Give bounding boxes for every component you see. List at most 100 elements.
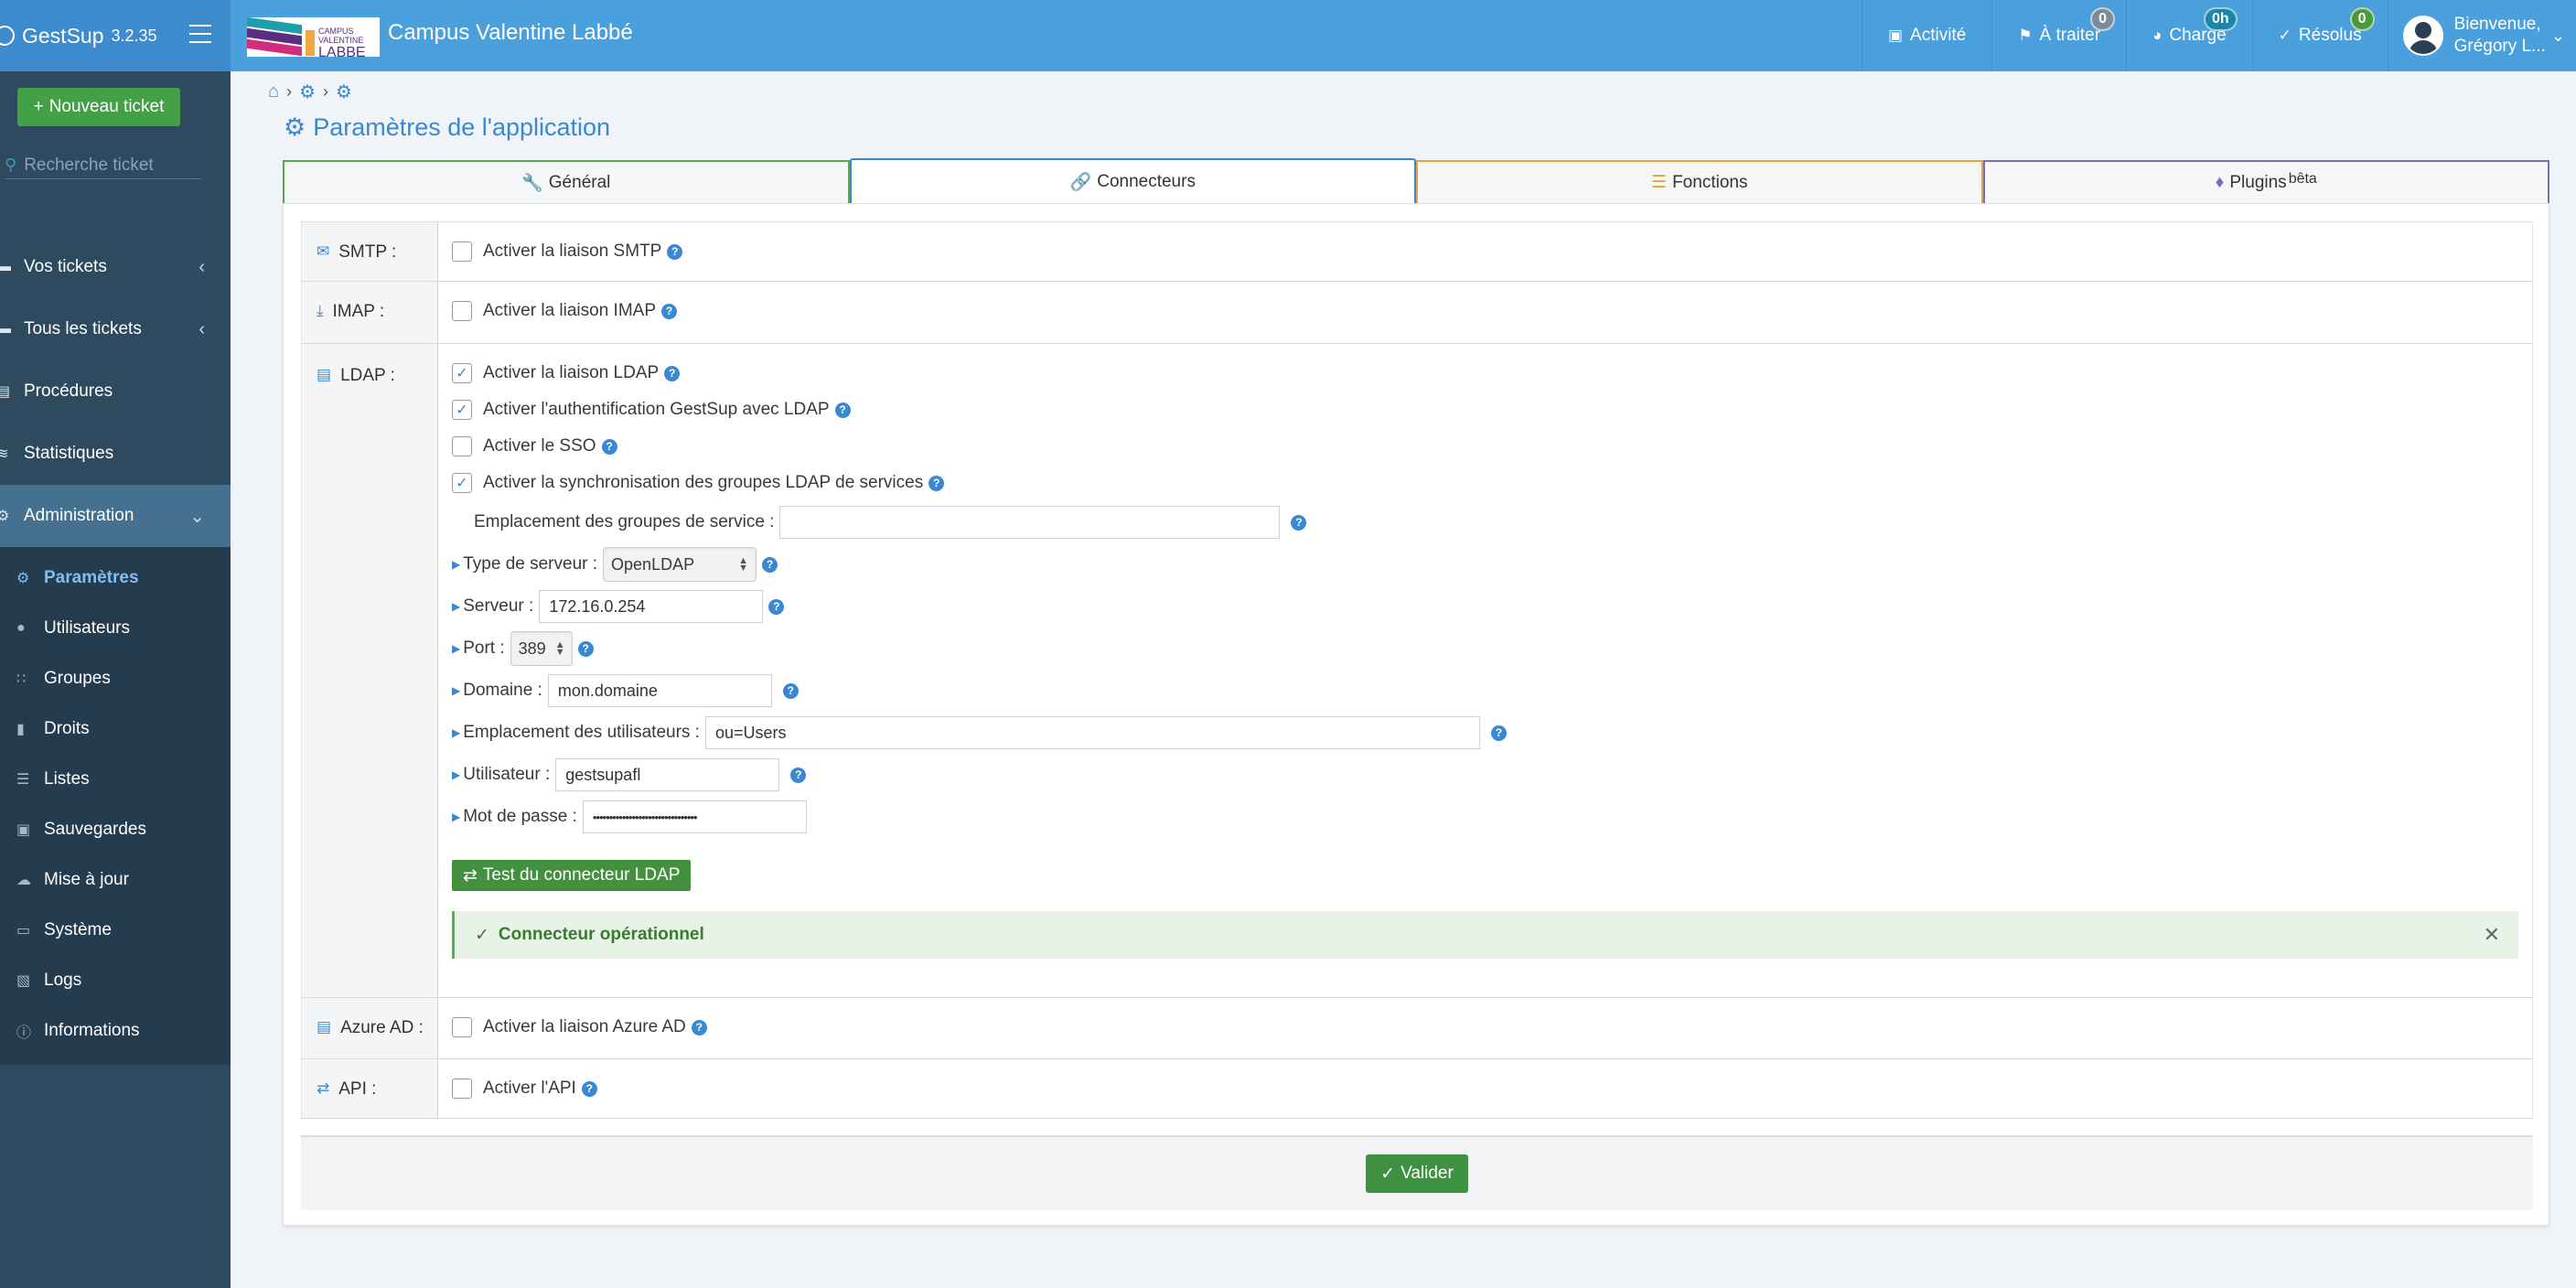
help-icon[interactable]: ? bbox=[782, 682, 799, 699]
ldap-sso-checkbox[interactable]: Activer le SSO ? bbox=[452, 428, 2518, 465]
search-placeholder: Recherche ticket bbox=[24, 155, 154, 175]
test-ldap-button[interactable]: ⇄ Test du connecteur LDAP bbox=[452, 860, 692, 891]
tab-general[interactable]: 🔧 Général bbox=[283, 160, 850, 203]
home-icon[interactable]: ⌂ bbox=[268, 81, 279, 102]
caret-right-icon: ▶ bbox=[452, 810, 461, 823]
sidebar-item-logs[interactable]: ▧ Logs bbox=[0, 955, 231, 1005]
menu-toggle-icon[interactable] bbox=[189, 25, 211, 43]
search-ticket-input[interactable]: ⚲ Recherche ticket bbox=[5, 152, 201, 179]
sidebar-item-procedures[interactable]: ▤ Procédures bbox=[0, 360, 231, 423]
sidebar-item-administration[interactable]: ⚙ Administration ⌄ bbox=[0, 485, 231, 547]
sidebar-item-parametres[interactable]: ⚙ Paramètres bbox=[0, 553, 231, 603]
nav-activite[interactable]: ▣ Activité bbox=[1861, 0, 1991, 71]
nav-a-traiter[interactable]: ⚑ À traiter 0 bbox=[1991, 0, 2126, 71]
checkbox[interactable] bbox=[452, 242, 472, 262]
smtp-row: ✉ SMTP : Activer la liaison SMTP ? bbox=[301, 222, 2533, 282]
imap-enable-checkbox[interactable]: Activer la liaison IMAP ? bbox=[452, 293, 2518, 329]
plus-icon: + bbox=[33, 97, 44, 116]
new-ticket-button[interactable]: + Nouveau ticket bbox=[17, 88, 180, 126]
sidebar-item-listes[interactable]: ☰ Listes bbox=[0, 754, 231, 804]
help-icon[interactable]: ? bbox=[601, 438, 617, 455]
user-input[interactable]: gestsupafl bbox=[555, 758, 780, 791]
breadcrumb-separator: › bbox=[286, 82, 293, 101]
users-location-input[interactable]: ou=Users bbox=[704, 716, 1480, 749]
tab-connecteurs[interactable]: 🔗 Connecteurs bbox=[849, 158, 1416, 203]
checkbox-checked[interactable]: ✓ bbox=[452, 363, 472, 383]
sidebar-item-sauvegardes[interactable]: ▣ Sauvegardes bbox=[0, 804, 231, 854]
help-icon[interactable]: ? bbox=[581, 1080, 597, 1097]
sidebar-item-systeme[interactable]: ▭ Système bbox=[0, 905, 231, 955]
nav-resolus[interactable]: ✓ Résolus 0 bbox=[2251, 0, 2388, 71]
users-location-field: ▶ Emplacement des utilisateurs : ou=User… bbox=[452, 712, 2518, 754]
checkbox-label: Activer la synchronisation des groupes L… bbox=[483, 473, 924, 492]
checkbox[interactable] bbox=[452, 1017, 472, 1037]
azure-enable-checkbox[interactable]: Activer la liaison Azure AD ? bbox=[452, 1009, 2518, 1046]
flag-icon: ⚑ bbox=[2018, 27, 2033, 44]
user-icon: ● bbox=[16, 619, 26, 636]
ldap-group-sync-checkbox[interactable]: ✓ Activer la synchronisation des groupes… bbox=[452, 465, 2518, 501]
tab-plugins[interactable]: ♦ Plugins bêta bbox=[1982, 160, 2549, 203]
field-label: Port : bbox=[463, 639, 505, 658]
form-footer: ✓ Valider bbox=[301, 1135, 2533, 1210]
ldap-auth-checkbox[interactable]: ✓ Activer l'authentification GestSup ave… bbox=[452, 392, 2518, 428]
help-icon[interactable]: ? bbox=[768, 598, 785, 615]
gear-icon: ⚙ bbox=[16, 570, 30, 586]
help-icon[interactable]: ? bbox=[577, 640, 594, 657]
submit-button[interactable]: ✓ Valider bbox=[1366, 1154, 1468, 1193]
field-label: Serveur : bbox=[463, 596, 534, 616]
sidebar-item-utilisateurs[interactable]: ● Utilisateurs bbox=[0, 603, 231, 653]
sidebar-item-label: Listes bbox=[44, 768, 90, 789]
close-icon[interactable]: ✕ bbox=[2484, 923, 2500, 947]
help-icon[interactable]: ? bbox=[661, 303, 678, 319]
api-enable-checkbox[interactable]: Activer l'API ? bbox=[452, 1070, 2518, 1107]
select-arrows-icon: ▲ ▼ bbox=[738, 555, 749, 574]
checkbox[interactable] bbox=[452, 301, 472, 321]
server-type-select[interactable]: OpenLDAP ▲ ▼ bbox=[603, 547, 757, 582]
server-input[interactable]: 172.16.0.254 bbox=[539, 590, 764, 623]
gear-icon: ⚙ bbox=[284, 113, 306, 141]
port-field: ▶ Port : 389 ▲ ▼ ? bbox=[452, 628, 2518, 670]
user-name: Grégory L... bbox=[2453, 37, 2546, 56]
sidebar: + Nouveau ticket ⚲ Recherche ticket ▬ Vo… bbox=[0, 71, 231, 1288]
help-icon[interactable]: ? bbox=[691, 1019, 707, 1036]
sidebar-item-label: Droits bbox=[44, 718, 90, 738]
sidebar-item-tous-les-tickets[interactable]: ▬ Tous les tickets ‹ bbox=[0, 298, 231, 360]
help-icon[interactable]: ? bbox=[1490, 724, 1507, 741]
tab-fonctions[interactable]: ☰ Fonctions bbox=[1416, 160, 1983, 203]
lock-icon: ▮ bbox=[16, 721, 25, 737]
help-icon[interactable]: ? bbox=[1291, 514, 1307, 531]
sidebar-item-label: Statistiques bbox=[24, 444, 114, 463]
save-icon: ▣ bbox=[16, 821, 31, 838]
checkbox[interactable] bbox=[452, 1079, 472, 1099]
help-icon[interactable]: ? bbox=[762, 556, 778, 573]
help-icon[interactable]: ? bbox=[790, 767, 807, 783]
exchange-icon: ⇄ bbox=[317, 1079, 330, 1097]
beta-label: bêta bbox=[2288, 170, 2317, 187]
help-icon[interactable]: ? bbox=[834, 402, 851, 418]
checkbox[interactable] bbox=[452, 436, 472, 456]
password-input[interactable]: •••••••••••••••••••••••••••••••• bbox=[582, 800, 807, 833]
sidebar-item-mise-a-jour[interactable]: ☁ Mise à jour bbox=[0, 854, 231, 905]
gear-icon[interactable]: ⚙ bbox=[336, 80, 352, 103]
checkbox-checked[interactable]: ✓ bbox=[452, 400, 472, 420]
cogs-icon[interactable]: ⚙ bbox=[299, 80, 316, 103]
sidebar-item-statistiques[interactable]: ≋ Statistiques bbox=[0, 423, 231, 485]
ldap-enable-checkbox[interactable]: ✓ Activer la liaison LDAP ? bbox=[452, 355, 2518, 392]
checkbox-checked[interactable]: ✓ bbox=[452, 473, 472, 493]
header-nav: ▣ Activité ⚑ À traiter 0 ◕ Charge 0h ✓ R… bbox=[1861, 0, 2576, 71]
port-select[interactable]: 389 ▲ ▼ bbox=[510, 631, 573, 666]
help-icon[interactable]: ? bbox=[928, 475, 945, 491]
sidebar-item-vos-tickets[interactable]: ▬ Vos tickets ‹ bbox=[0, 236, 231, 298]
user-menu[interactable]: Bienvenue, Grégory L... ⌄ bbox=[2387, 0, 2576, 71]
tab-label: Connecteurs bbox=[1097, 171, 1196, 191]
domain-input[interactable]: mon.domaine bbox=[547, 674, 772, 707]
service-groups-input[interactable] bbox=[779, 506, 1281, 539]
envelope-icon: ✉ bbox=[317, 242, 330, 260]
nav-charge[interactable]: ◕ Charge 0h bbox=[2126, 0, 2252, 71]
sidebar-item-droits[interactable]: ▮ Droits bbox=[0, 703, 231, 754]
sidebar-item-groupes[interactable]: ∷ Groupes bbox=[0, 653, 231, 703]
sidebar-item-informations[interactable]: ⓘ Informations bbox=[0, 1005, 231, 1056]
help-icon[interactable]: ? bbox=[664, 365, 681, 381]
help-icon[interactable]: ? bbox=[667, 243, 683, 260]
smtp-enable-checkbox[interactable]: Activer la liaison SMTP ? bbox=[452, 233, 2518, 270]
